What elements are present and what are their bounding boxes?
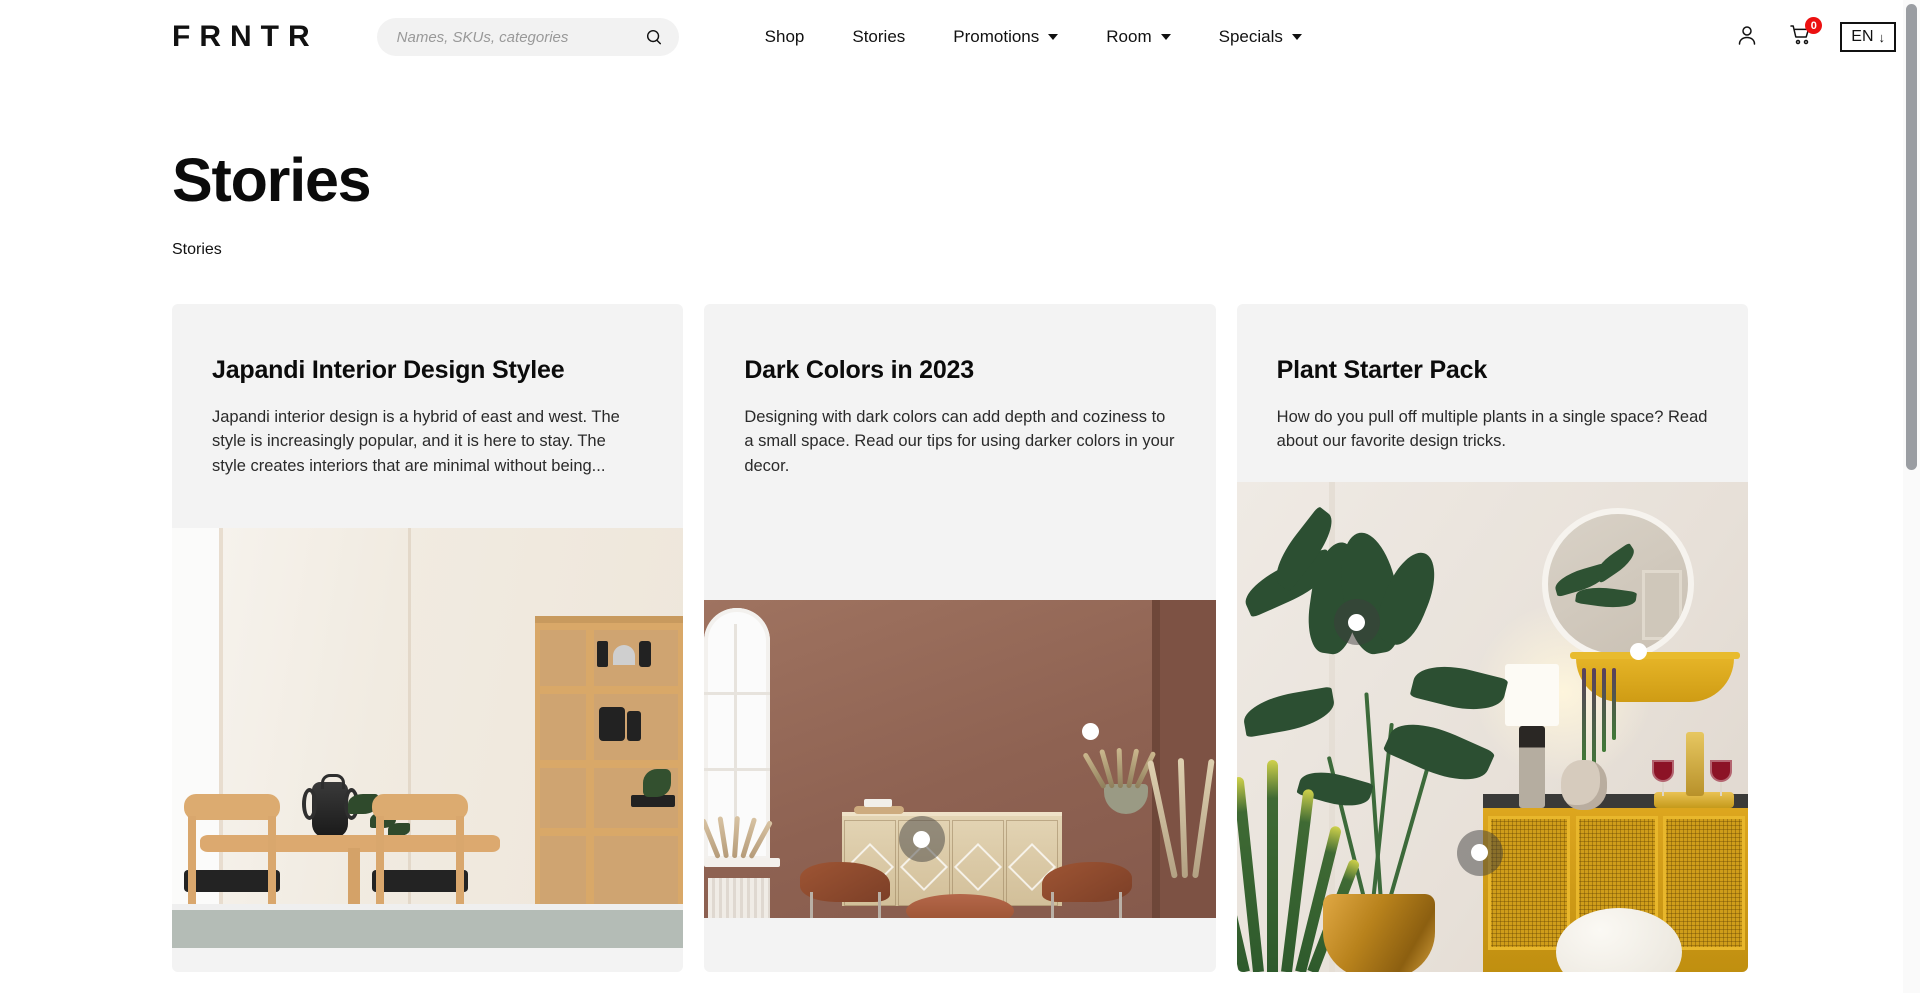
product-hotspot[interactable] <box>1333 599 1380 646</box>
page-content: Stories Stories Japandi Interior Design … <box>0 150 1920 972</box>
chevron-down-icon <box>1160 34 1171 40</box>
nav-item-promotions[interactable]: Promotions <box>929 21 1082 53</box>
round-mirror <box>1542 507 1694 660</box>
product-hotspot[interactable] <box>1456 829 1503 876</box>
table-lamp <box>1504 663 1559 726</box>
card-title: Dark Colors in 2023 <box>744 356 974 384</box>
shelving-unit <box>535 616 684 918</box>
brand-logo[interactable]: FRNTR <box>172 20 319 54</box>
stories-grid: Japandi Interior Design Stylee Japandi i… <box>172 304 1748 972</box>
nav-label: Specials <box>1218 27 1283 46</box>
japandi-dining-scene <box>172 528 684 949</box>
wine-glass <box>1652 759 1674 796</box>
nav-label: Stories <box>852 27 906 46</box>
scrollbar-thumb[interactable] <box>1906 4 1917 470</box>
chevron-down-icon <box>1291 34 1302 40</box>
breadcrumb[interactable]: Stories <box>172 241 1748 259</box>
nav-item-specials[interactable]: Specials <box>1195 21 1326 53</box>
user-account-icon <box>1735 23 1759 52</box>
wine-glass <box>1710 759 1732 796</box>
language-selector[interactable]: EN ↓ <box>1840 22 1896 52</box>
card-text-block: Dark Colors in 2023 Designing with dark … <box>704 304 1215 478</box>
dark-colors-room-scene <box>704 600 1216 919</box>
card-image[interactable] <box>172 528 684 949</box>
card-title: Japandi Interior Design Stylee <box>212 356 565 384</box>
black-vase <box>312 774 348 839</box>
card-description: Designing with dark colors can add depth… <box>744 408 1175 475</box>
arrow-down-icon: ↓ <box>1878 29 1886 45</box>
product-hotspot[interactable] <box>898 816 945 863</box>
gold-planter <box>1322 893 1435 972</box>
product-hotspot[interactable] <box>1615 629 1661 675</box>
nav-label: Shop <box>764 27 805 46</box>
account-button[interactable] <box>1732 22 1762 52</box>
search-icon[interactable] <box>645 28 663 46</box>
card-text-block: Plant Starter Pack How do you pull off m… <box>1237 304 1748 454</box>
main-navigation: Shop Stories Promotions Room Specials <box>741 21 1326 53</box>
nav-item-room[interactable]: Room <box>1082 21 1194 53</box>
search-bar[interactable] <box>376 18 679 56</box>
story-card[interactable]: Japandi Interior Design Stylee Japandi i… <box>172 304 684 972</box>
plant-starter-pack-scene <box>1236 481 1748 972</box>
search-input[interactable] <box>396 28 645 46</box>
card-image[interactable] <box>704 600 1216 919</box>
page-title: Stories <box>172 146 372 214</box>
story-card[interactable]: Plant Starter Pack How do you pull off m… <box>1236 304 1748 972</box>
gold-bottle <box>1686 731 1704 796</box>
knot-sculpture <box>1560 759 1607 810</box>
page-scrollbar[interactable] <box>1903 0 1920 993</box>
nav-item-stories[interactable]: Stories <box>828 21 929 53</box>
story-card[interactable]: Dark Colors in 2023 Designing with dark … <box>704 304 1216 972</box>
nav-label: Promotions <box>953 27 1040 46</box>
stone-planter <box>1103 784 1148 815</box>
card-description: How do you pull off multiple plants in a… <box>1276 408 1708 451</box>
card-title: Plant Starter Pack <box>1276 356 1488 384</box>
leather-sling-chair <box>1040 856 1132 919</box>
language-label: EN <box>1851 28 1874 45</box>
site-header: FRNTR Shop Stories Promotions Room Speci… <box>0 0 1920 74</box>
card-description: Japandi interior design is a hybrid of e… <box>212 408 620 475</box>
snake-plant <box>1236 752 1361 972</box>
card-text-block: Japandi Interior Design Stylee Japandi i… <box>172 304 683 478</box>
nav-item-shop[interactable]: Shop <box>741 21 829 53</box>
header-actions: 0 EN ↓ <box>1732 17 1896 52</box>
card-image[interactable] <box>1236 481 1748 972</box>
cart-badge: 0 <box>1805 17 1823 34</box>
trailing-plant <box>1578 667 1620 774</box>
pampas-grass <box>1146 728 1215 879</box>
nav-label: Room <box>1106 27 1152 46</box>
chevron-down-icon <box>1048 34 1059 40</box>
cart-button[interactable]: 0 <box>1786 17 1823 52</box>
leather-sling-chair <box>800 856 892 919</box>
